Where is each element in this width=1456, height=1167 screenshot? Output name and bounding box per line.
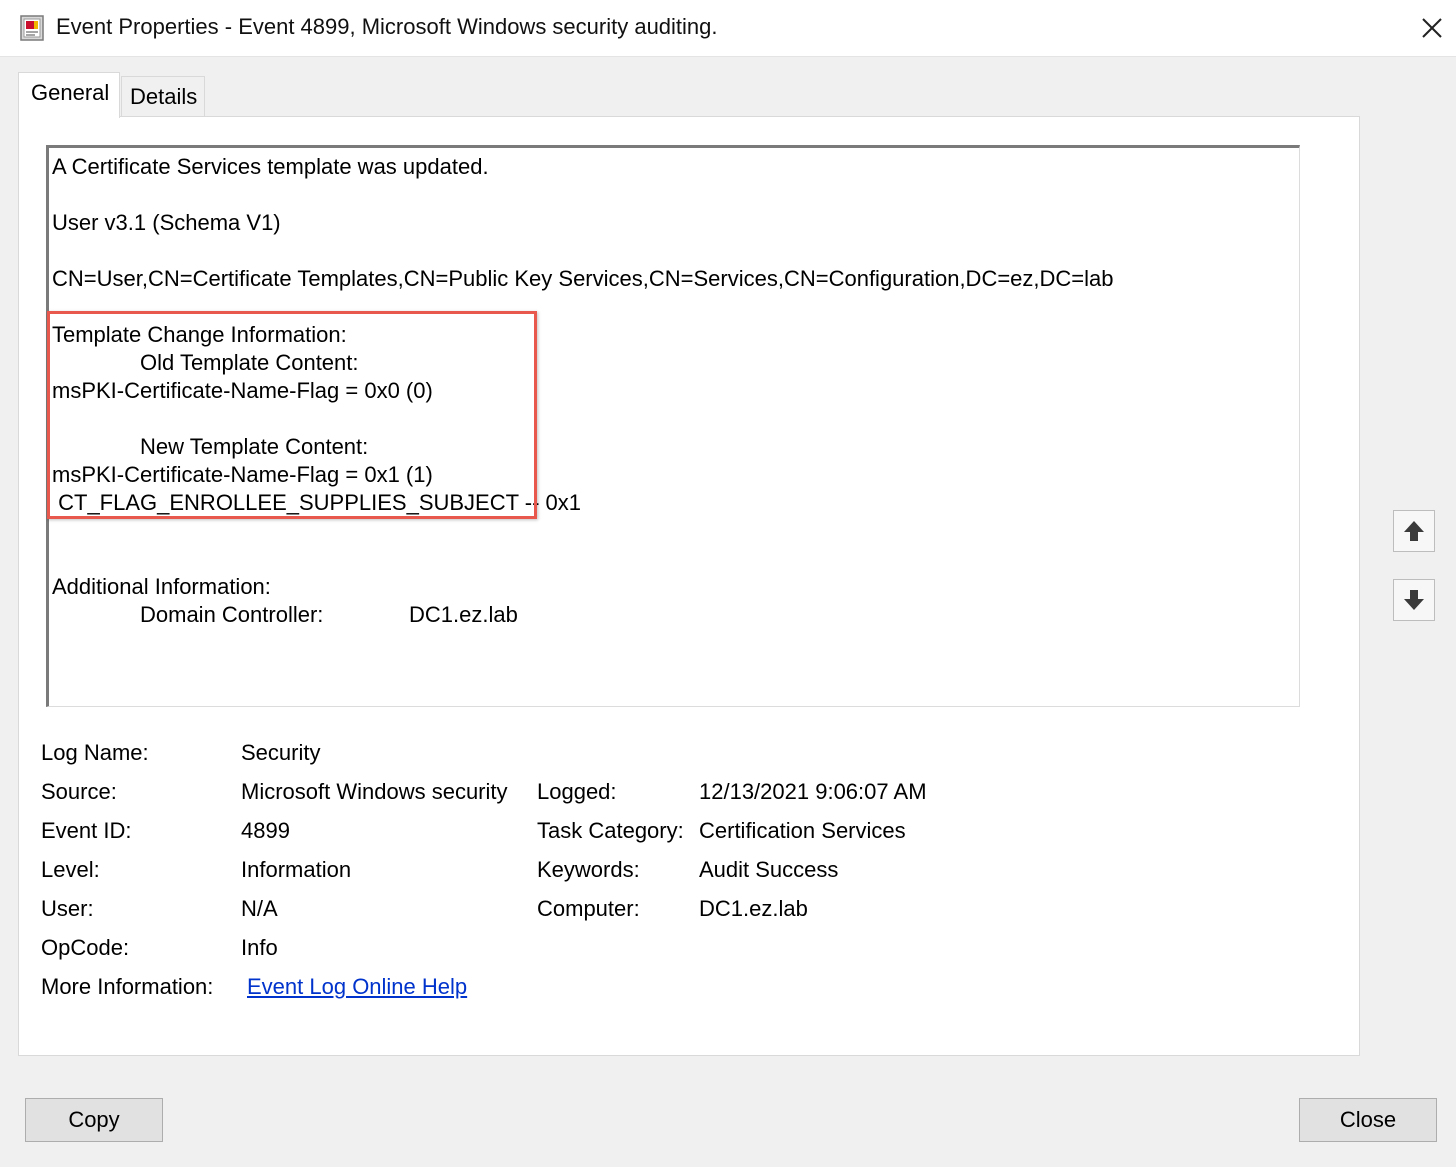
desc-line: Additional Information: [52,574,271,599]
window-title: Event Properties - Event 4899, Microsoft… [56,14,718,39]
copy-button[interactable]: Copy [25,1098,163,1142]
log-name-value: Security [241,740,321,765]
event-viewer-icon [20,15,44,41]
event-properties-window: Event Properties - Event 4899, Microsoft… [0,0,1456,1167]
title-bar: Event Properties - Event 4899, Microsoft… [0,0,1456,57]
logged-label: Logged: [537,779,617,804]
log-name-label: Log Name: [41,740,149,765]
computer-value: DC1.ez.lab [699,896,808,921]
opcode-value: Info [241,935,278,960]
next-event-button[interactable] [1393,579,1435,621]
computer-label: Computer: [537,896,640,921]
previous-event-button[interactable] [1393,510,1435,552]
tab-details[interactable]: Details [121,76,205,116]
event-id-value: 4899 [241,818,290,843]
source-label: Source: [41,779,117,804]
task-category-label: Task Category: [537,818,684,843]
general-panel: A Certificate Services template was upda… [18,116,1360,1056]
desc-line: New Template Content: [140,434,369,459]
close-icon[interactable] [1414,10,1450,46]
desc-line: Domain Controller: [140,602,324,627]
more-information-label: More Information: [41,974,214,999]
desc-line: Old Template Content: [140,350,359,375]
desc-line: DC1.ez.lab [409,602,518,627]
event-log-online-help-link[interactable]: Event Log Online Help [247,974,467,1000]
event-id-label: Event ID: [41,818,132,843]
source-value: Microsoft Windows security [241,779,508,804]
desc-line: Template Change Information: [52,322,347,347]
user-value: N/A [241,896,278,921]
keywords-value: Audit Success [699,857,839,882]
level-value: Information [241,857,352,882]
desc-line: msPKI-Certificate-Name-Flag = 0x1 (1) [52,462,433,487]
desc-line: A Certificate Services template was upda… [52,154,489,179]
level-label: Level: [41,857,100,882]
user-label: User: [41,896,94,921]
logged-value: 12/13/2021 9:06:07 AM [699,779,927,804]
desc-line: CT_FLAG_ENROLLEE_SUPPLIES_SUBJECT -- 0x1 [52,490,582,515]
tab-general[interactable]: General [18,72,120,118]
desc-line: User v3.1 (Schema V1) [52,210,281,235]
keywords-label: Keywords: [537,857,640,882]
opcode-label: OpCode: [41,935,130,960]
desc-line: CN=User,CN=Certificate Templates,CN=Publ… [52,266,1114,291]
task-category-value: Certification Services [699,818,906,843]
close-button[interactable]: Close [1299,1098,1437,1142]
desc-line: msPKI-Certificate-Name-Flag = 0x0 (0) [52,378,433,403]
event-description[interactable]: A Certificate Services template was upda… [46,145,1300,707]
